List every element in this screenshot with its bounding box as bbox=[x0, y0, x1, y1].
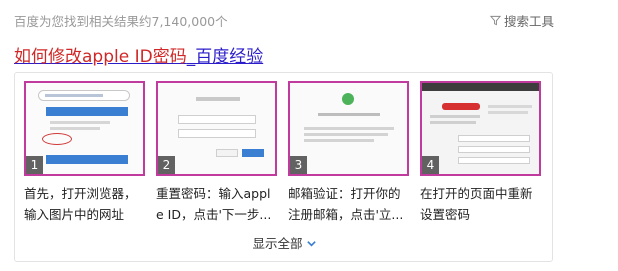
step-number-badge: 1 bbox=[26, 156, 43, 174]
search-tools-button[interactable]: 搜索工具 bbox=[489, 11, 554, 30]
step-2: 2 重置密码：输入apple ID，点击'下一步... bbox=[156, 81, 277, 225]
result-title-source: _百度经验 bbox=[186, 47, 264, 67]
steps-card: 1 首先，打开浏览器，输入图片中的网址 2 重置密码：输入apple ID，点击… bbox=[14, 72, 553, 262]
step-2-caption[interactable]: 重置密码：输入apple ID，点击'下一步... bbox=[156, 183, 277, 225]
step-1-thumbnail[interactable]: 1 bbox=[24, 81, 145, 176]
step-4-caption[interactable]: 在打开的页面中重新设置密码 bbox=[420, 183, 541, 225]
chevron-down-icon bbox=[306, 241, 316, 247]
result-count: 百度为您找到相关结果约7,140,000个 bbox=[14, 14, 228, 29]
step-2-thumbnail[interactable]: 2 bbox=[156, 81, 277, 176]
funnel-icon bbox=[489, 15, 501, 26]
step-3-thumbnail[interactable]: 3 bbox=[288, 81, 409, 176]
show-all-label: 显示全部 bbox=[252, 236, 303, 251]
step-1-caption[interactable]: 首先，打开浏览器，输入图片中的网址 bbox=[24, 183, 145, 225]
step-number-badge: 4 bbox=[422, 156, 439, 174]
search-tools-label: 搜索工具 bbox=[503, 14, 554, 29]
result-title-highlight: 如何修改apple ID密码 bbox=[14, 47, 187, 67]
result-title-link[interactable]: 如何修改apple ID密码_百度经验 bbox=[14, 42, 263, 67]
step-number-badge: 2 bbox=[158, 156, 175, 174]
search-results-header: 百度为您找到相关结果约7,140,000个 搜索工具 bbox=[0, 0, 618, 38]
step-4: 4 在打开的页面中重新设置密码 bbox=[420, 81, 541, 225]
step-3: 3 邮箱验证：打开你的注册邮箱，点击'立... bbox=[288, 81, 409, 225]
step-1: 1 首先，打开浏览器，输入图片中的网址 bbox=[24, 81, 145, 225]
step-4-thumbnail[interactable]: 4 bbox=[420, 81, 541, 176]
step-number-badge: 3 bbox=[290, 156, 307, 174]
step-3-caption[interactable]: 邮箱验证：打开你的注册邮箱，点击'立... bbox=[288, 183, 409, 225]
show-all-button[interactable]: 显示全部 bbox=[15, 233, 554, 252]
